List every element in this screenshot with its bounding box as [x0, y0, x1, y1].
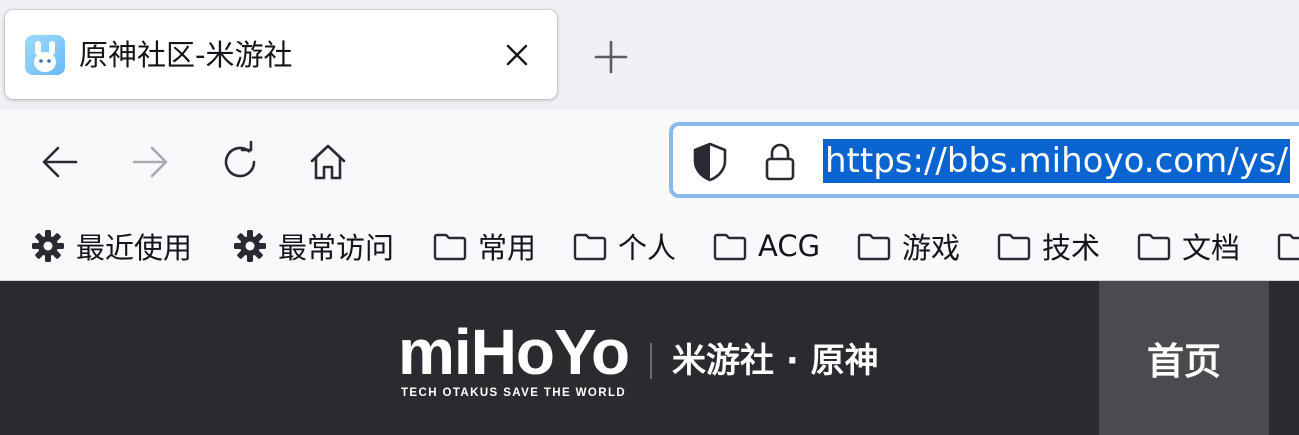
folder-icon	[1277, 233, 1299, 261]
gear-icon	[234, 230, 266, 262]
folder-icon	[857, 233, 891, 261]
plus-icon[interactable]	[590, 36, 632, 78]
nav-item-home[interactable]: 首页	[1099, 281, 1269, 435]
shield-icon[interactable]	[689, 140, 731, 184]
navigation-toolbar: https://bbs.mihoyo.com/ys/	[0, 110, 1299, 214]
bookmark-folder-acg[interactable]: ACG	[712, 226, 820, 266]
bookmark-label: 最常访问	[278, 231, 395, 265]
bookmark-label: 个人	[618, 231, 677, 265]
bookmark-folder-docs[interactable]: 文档	[1136, 226, 1240, 266]
bookmark-folder-tech[interactable]: 技术	[996, 226, 1100, 266]
bookmark-label: 常用	[478, 231, 537, 265]
lock-icon[interactable]	[759, 140, 801, 184]
bookmark-recently-used[interactable]: 最近使用	[30, 226, 192, 266]
url-text[interactable]: https://bbs.mihoyo.com/ys/	[823, 139, 1290, 183]
arrow-right-icon[interactable]	[128, 140, 172, 184]
reload-icon[interactable]	[218, 140, 262, 184]
folder-icon	[713, 233, 747, 261]
bookmark-label: ACG	[758, 229, 821, 263]
bookmark-folder-overflow[interactable]	[1276, 226, 1299, 266]
bookmark-label: 文档	[1182, 231, 1241, 265]
logo-wordmark: miHoYo	[398, 316, 630, 388]
bookmark-folder-personal[interactable]: 个人	[572, 226, 676, 266]
home-icon[interactable]	[306, 140, 350, 184]
nav-item-home-label: 首页	[1147, 340, 1221, 383]
bookmark-label: 游戏	[902, 231, 961, 265]
bookmark-label: 最近使用	[76, 231, 193, 265]
tab-genshin-community[interactable]: 原神社区-米游社	[5, 10, 557, 99]
bookmarks-toolbar: 最近使用 最常访问 常用 个人 ACG 游戏 技术 文档	[0, 214, 1299, 280]
tab-title: 原神社区-米游社	[79, 38, 293, 72]
logo-separator	[650, 343, 652, 379]
folder-icon	[1137, 233, 1171, 261]
gear-icon	[32, 230, 64, 262]
logo-tagline: TECH OTAKUS SAVE THE WORLD	[401, 387, 627, 399]
bookmark-folder-common[interactable]: 常用	[432, 226, 536, 266]
bookmark-label: 技术	[1042, 231, 1101, 265]
bookmark-folder-games[interactable]: 游戏	[856, 226, 960, 266]
folder-icon	[433, 233, 467, 261]
mihoyo-bbs-favicon	[25, 35, 65, 75]
arrow-left-icon[interactable]	[38, 140, 82, 184]
bookmark-most-visited[interactable]: 最常访问	[232, 226, 394, 266]
site-header: miHoYo TECH OTAKUS SAVE THE WORLD 米游社 · …	[0, 281, 1299, 435]
close-icon[interactable]	[500, 38, 534, 72]
folder-icon	[997, 233, 1031, 261]
mihoyo-logo[interactable]: miHoYo TECH OTAKUS SAVE THE WORLD	[398, 316, 630, 406]
tab-strip: 原神社区-米游社	[0, 0, 1299, 110]
url-bar[interactable]: https://bbs.mihoyo.com/ys/	[669, 122, 1299, 198]
site-title[interactable]: 米游社 · 原神	[672, 339, 879, 383]
folder-icon	[573, 233, 607, 261]
